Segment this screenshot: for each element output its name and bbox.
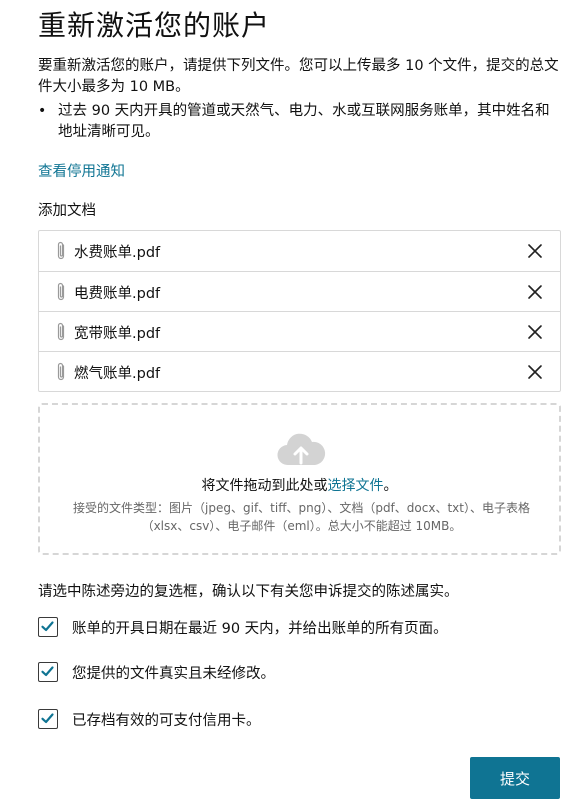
close-icon[interactable] (526, 283, 544, 301)
file-name: 电费账单.pdf (74, 286, 161, 302)
file-name: 宽带账单.pdf (74, 326, 161, 342)
confirm-item: 账单的开具日期在最近 90 天内，并给出账单的所有页面。 (38, 616, 448, 638)
confirm-checkbox[interactable] (38, 662, 58, 682)
view-deactivation-notice-link[interactable]: 查看停用通知 (38, 160, 125, 181)
dropzone-instruction: 将文件拖动到此处或选择文件。 (40, 475, 559, 495)
file-row: 宽带账单.pdf (39, 311, 560, 351)
file-name: 燃气账单.pdf (74, 366, 161, 382)
confirm-checkbox[interactable] (38, 617, 58, 637)
paperclip-icon (57, 241, 65, 260)
confirm-item-label: 账单的开具日期在最近 90 天内，并给出账单的所有页面。 (72, 620, 448, 637)
accepted-file-types-hint: 接受的文件类型：图片（jpeg、gif、tiff、png）、文档（pdf、doc… (73, 501, 530, 533)
file-name: 水费账单.pdf (74, 245, 161, 261)
submit-button[interactable]: 提交 (470, 757, 560, 799)
paperclip-icon (57, 362, 65, 381)
file-row: 燃气账单.pdf (39, 351, 560, 391)
cloud-upload-icon (277, 433, 326, 466)
confirm-item: 您提供的文件真实且未经修改。 (38, 661, 275, 683)
close-icon[interactable] (526, 363, 544, 381)
add-documents-label: 添加文档 (38, 203, 96, 219)
choose-file-link[interactable]: 选择文件 (328, 478, 384, 494)
file-dropzone[interactable]: 将文件拖动到此处或选择文件。 接受的文件类型：图片（jpeg、gif、tiff、… (38, 403, 561, 555)
confirm-item-label: 您提供的文件真实且未经修改。 (72, 665, 275, 682)
uploaded-file-list: 水费账单.pdf 电费账单.pdf 宽带账单.pdf 燃气账单.pdf (38, 230, 561, 392)
confirm-instruction: 请选中陈述旁边的复选框，确认以下有关您申诉提交的陈述属实。 (38, 584, 459, 600)
confirm-item: 已存档有效的可支付信用卡。 (38, 708, 261, 730)
file-row: 电费账单.pdf (39, 271, 560, 311)
intro-text: 要重新激活您的账户，请提供下列文件。您可以上传最多 10 个文件，提交的总文件大… (38, 58, 559, 95)
requirement-bullet: • 过去 90 天内开具的管道或天然气、电力、水或互联网服务账单，其中姓名和地址… (38, 101, 563, 143)
page-title: 重新激活您的账户 (38, 9, 271, 42)
close-icon[interactable] (526, 242, 544, 260)
paperclip-icon (57, 322, 65, 341)
checkmark-icon (41, 713, 54, 724)
requirement-text: 过去 90 天内开具的管道或天然气、电力、水或互联网服务账单，其中姓名和地址清晰… (58, 103, 550, 140)
bullet-dot-icon: • (38, 103, 47, 119)
file-row: 水费账单.pdf (39, 231, 560, 271)
checkmark-icon (41, 621, 54, 632)
close-icon[interactable] (526, 323, 544, 341)
paperclip-icon (57, 282, 65, 301)
dropzone-suffix: 。 (383, 478, 398, 494)
confirm-item-label: 已存档有效的可支付信用卡。 (72, 712, 261, 729)
checkmark-icon (41, 666, 54, 677)
confirm-checkbox[interactable] (38, 709, 58, 729)
dropzone-prefix: 将文件拖动到此处或 (201, 478, 328, 494)
